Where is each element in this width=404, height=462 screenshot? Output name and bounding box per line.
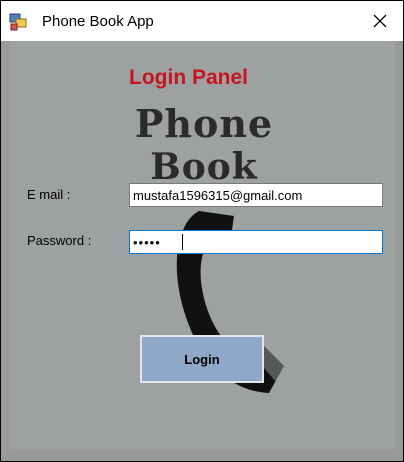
svg-text:Book: Book (150, 146, 257, 181)
close-icon (373, 14, 387, 28)
login-form: Login Panel Phone Book E mail : Password… (9, 41, 395, 449)
close-button[interactable] (357, 1, 403, 41)
title-bar[interactable]: Phone Book App (1, 1, 403, 41)
app-window-icon (9, 13, 27, 31)
svg-text:Phone: Phone (135, 101, 273, 146)
app-window: Phone Book App Login Panel Phone Book E … (0, 0, 404, 462)
password-label: Password : (27, 233, 92, 248)
login-panel-heading: Login Panel (129, 66, 249, 89)
password-field[interactable] (129, 230, 383, 254)
phone-book-logo: Phone Book (135, 101, 273, 181)
login-button[interactable]: Login (140, 335, 264, 383)
email-field[interactable] (129, 183, 383, 207)
text-caret (182, 234, 183, 250)
email-label: E mail : (27, 187, 71, 202)
window-title: Phone Book App (42, 13, 154, 30)
